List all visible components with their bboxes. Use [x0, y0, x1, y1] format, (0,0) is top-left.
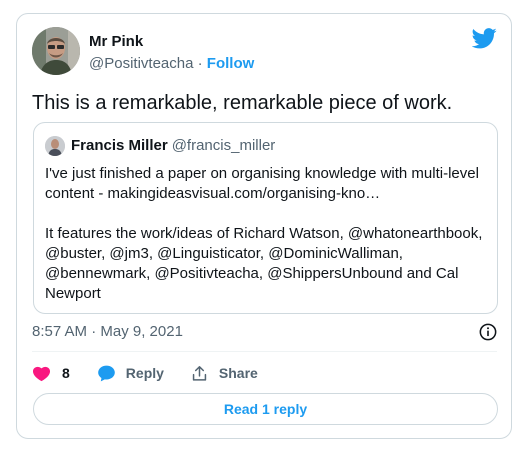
quoted-author-avatar[interactable] — [45, 136, 65, 156]
handle-separator: · — [197, 55, 203, 72]
author-avatar[interactable] — [32, 27, 80, 75]
tweet-text: This is a remarkable, remarkable piece o… — [32, 92, 453, 114]
quoted-header: Francis Miller @francis_miller — [71, 137, 275, 154]
quoted-tweet-text: I've just finished a paper on organising… — [45, 165, 483, 302]
quoted-author-handle[interactable]: @francis_miller — [172, 137, 276, 154]
action-divider — [32, 351, 497, 352]
like-button[interactable]: 8 — [32, 364, 70, 383]
quoted-avatar-image — [45, 136, 65, 156]
share-button[interactable]: Share — [190, 364, 258, 383]
share-upload-icon — [192, 365, 207, 381]
author-handle-line: @Positivteacha · Follow — [89, 55, 254, 72]
author-name[interactable]: Mr Pink — [89, 33, 143, 50]
quoted-author-name[interactable]: Francis Miller — [71, 137, 168, 154]
tweet-card: Mr Pink @Positivteacha · Follow This is … — [16, 13, 512, 439]
twitter-bird-icon[interactable] — [472, 28, 497, 49]
info-icon[interactable] — [479, 323, 497, 341]
follow-button[interactable]: Follow — [207, 55, 255, 72]
heart-icon — [32, 366, 51, 381]
quoted-tweet[interactable]: Francis Miller @francis_miller I've just … — [33, 122, 498, 314]
author-handle[interactable]: @Positivteacha — [89, 55, 193, 72]
read-replies-button[interactable]: Read 1 reply — [33, 393, 498, 425]
reply-label: Reply — [125, 365, 164, 381]
reply-button[interactable]: Reply — [97, 364, 164, 383]
tweet-actions: 8 Reply Share — [32, 363, 258, 383]
tweet-timestamp[interactable]: 8:57 AM · May 9, 2021 — [32, 323, 183, 340]
share-label: Share — [218, 365, 258, 381]
speech-bubble-icon — [97, 365, 115, 381]
author-avatar-image — [32, 27, 80, 75]
like-count: 8 — [62, 365, 70, 381]
